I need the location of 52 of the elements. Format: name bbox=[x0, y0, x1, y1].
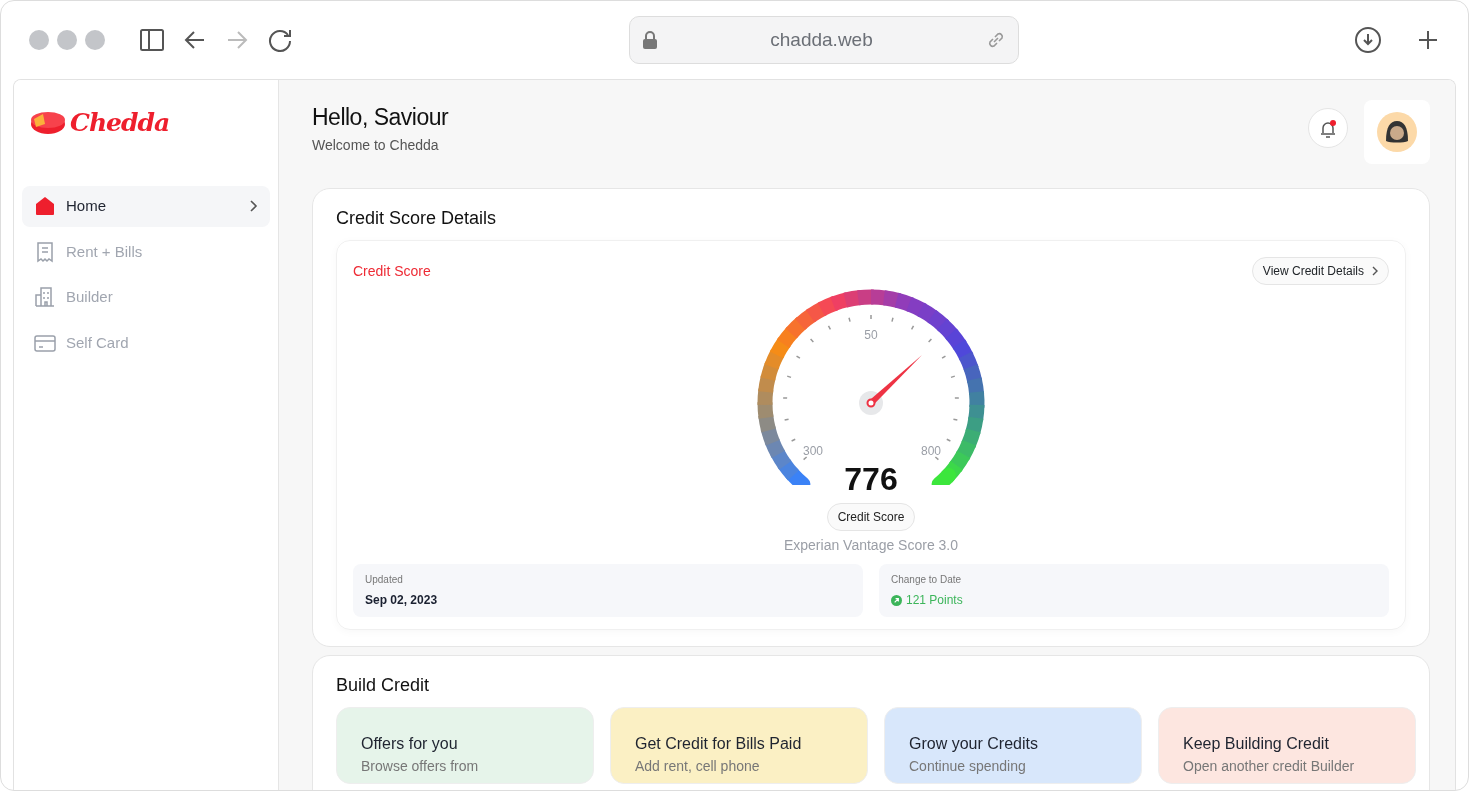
build-credit-card[interactable]: Grow your Credits Continue spending bbox=[884, 707, 1142, 784]
card-title: Credit Score bbox=[353, 261, 431, 281]
window-zoom-dot[interactable] bbox=[85, 30, 105, 50]
sidebar-item[interactable]: Home bbox=[22, 186, 270, 227]
card-title: Keep Building Credit bbox=[1183, 734, 1330, 754]
build-credit-card[interactable]: Get Credit for Bills Paid Add rent, cell phone bbox=[610, 707, 868, 784]
receipt-icon bbox=[34, 240, 56, 263]
build-credit-card[interactable]: Offers for you Browse offers from bbox=[336, 707, 594, 784]
card-description: Continue spending bbox=[909, 757, 1027, 776]
score-label: Credit Score bbox=[826, 503, 916, 531]
card-title: Grow your Credits bbox=[909, 734, 1039, 754]
house-icon bbox=[34, 195, 56, 218]
chevron-right-icon bbox=[250, 200, 258, 213]
score-value: 776 bbox=[844, 463, 898, 495]
gauge-max-label: 800 bbox=[921, 444, 941, 458]
sidebar-toggle-icon[interactable] bbox=[139, 28, 165, 52]
stat-value: Sep 02, 2023 bbox=[365, 592, 438, 609]
stat-value: 121 Points bbox=[906, 592, 963, 609]
score-source: Experian Vantage Score 3.0 bbox=[783, 536, 959, 555]
greeting-subtitle: Welcome to Chedda bbox=[312, 135, 440, 155]
brand-logo-text: Chedda bbox=[70, 107, 170, 140]
card-description: Add rent, cell phone bbox=[635, 757, 761, 776]
needle-pivot bbox=[866, 398, 876, 408]
lock-icon bbox=[641, 31, 658, 49]
view-details-button[interactable]: View Credit Details bbox=[1251, 257, 1389, 285]
up-arrow-icon bbox=[891, 594, 902, 606]
bell-icon bbox=[1319, 118, 1337, 139]
chevron-right-icon bbox=[1372, 266, 1378, 276]
build-credit-card[interactable]: Keep Building Credit Open another credit Builder bbox=[1158, 707, 1416, 784]
new-tab-plus-icon[interactable] bbox=[1416, 28, 1440, 52]
reload-icon[interactable] bbox=[267, 27, 293, 53]
avatar-button[interactable] bbox=[1364, 100, 1430, 164]
section-title: Build Credit bbox=[336, 674, 431, 697]
card-description: Open another credit Builder bbox=[1183, 757, 1356, 776]
card-title: Offers for you bbox=[361, 734, 459, 754]
avatar-icon bbox=[1376, 111, 1418, 153]
gauge-min-label: 300 bbox=[803, 444, 823, 458]
download-icon[interactable] bbox=[1354, 26, 1382, 54]
card-title: Get Credit for Bills Paid bbox=[635, 734, 803, 754]
stat-label: Change to Date bbox=[891, 573, 963, 587]
greeting-title: Hello, Saviour bbox=[312, 103, 449, 132]
section-title: Credit Score Details bbox=[336, 207, 498, 230]
window-close-dot[interactable] bbox=[29, 30, 49, 50]
notification-button[interactable] bbox=[1308, 108, 1348, 148]
card-description: Browse offers from bbox=[361, 757, 480, 776]
address-bar[interactable]: chadda.web bbox=[628, 16, 1019, 64]
stat-label: Updated bbox=[365, 573, 404, 587]
building-icon bbox=[34, 286, 56, 309]
window-minimize-dot[interactable] bbox=[57, 30, 77, 50]
url-text: chadda.web bbox=[770, 27, 873, 52]
gauge-mid-label: 50 bbox=[864, 328, 878, 342]
cheese-logo-icon bbox=[30, 110, 66, 136]
